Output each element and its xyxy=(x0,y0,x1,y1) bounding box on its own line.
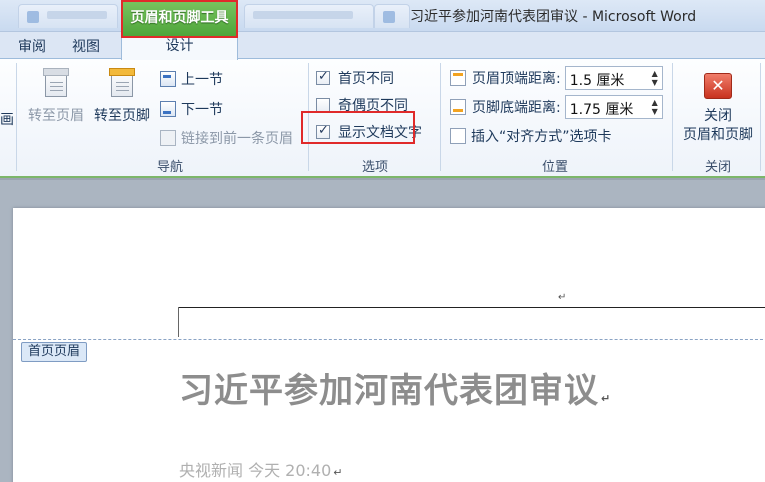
tab-view[interactable]: 视图 xyxy=(72,36,100,56)
group-separator xyxy=(760,63,761,171)
document-icon xyxy=(383,11,395,23)
header-top-label: 页眉顶端距离: xyxy=(472,71,561,87)
header-border-line xyxy=(178,307,765,308)
header-top-spinner[interactable]: 1.5 厘米 ▲ ▼ xyxy=(564,66,663,90)
window-title: 习近平参加河南代表团审议 - Microsoft Word xyxy=(410,9,697,25)
ribbon-tab-row: 审阅 视图 xyxy=(0,32,765,58)
paragraph-mark-icon: ↵ xyxy=(558,292,567,303)
document-meta-text: 央视新闻 今天 20:40 xyxy=(179,461,332,480)
document-meta-line[interactable]: 央视新闻 今天 20:40 ↵ xyxy=(179,457,343,481)
goto-footer-button[interactable]: 转至页脚 xyxy=(90,68,154,125)
header-footer-tools-context-tab: 页眉和页脚工具 xyxy=(121,0,238,38)
paragraph-mark-icon: ↵ xyxy=(333,466,343,479)
different-first-page-label: 首页不同 xyxy=(338,71,394,87)
close-label-line2: 页眉和页脚 xyxy=(683,127,753,143)
group-separator xyxy=(440,63,441,171)
document-title[interactable]: 习近平参加河南代表团审议 ↵ xyxy=(179,363,611,412)
link-to-previous-button[interactable]: 链接到前一条页眉 xyxy=(160,128,293,148)
title-bar: 习近平参加河南代表团审议 - Microsoft Word xyxy=(0,0,765,32)
previous-section-label: 上一节 xyxy=(181,72,223,88)
footer-bottom-spinner[interactable]: 1.75 厘米 ▲ ▼ xyxy=(564,95,663,119)
header-top-distance-row: 页眉顶端距离: 1.5 厘米 ▲ ▼ xyxy=(450,66,663,90)
background-tab[interactable] xyxy=(374,4,410,28)
document-area: ↵ 首页页眉 习近平参加河南代表团审议 ↵ 央视新闻 今天 20:40 ↵ xyxy=(0,180,765,482)
background-tab[interactable] xyxy=(18,4,118,28)
previous-section-icon xyxy=(160,71,176,87)
group-separator xyxy=(16,63,17,171)
close-icon: ✕ xyxy=(704,73,732,99)
goto-header-icon xyxy=(42,68,70,99)
checkbox-box xyxy=(316,98,330,112)
group-label-close: 关闭 xyxy=(704,160,731,175)
context-tab-label: 页眉和页脚工具 xyxy=(130,10,229,26)
checkbox-box xyxy=(316,69,330,85)
group-label-navigation: 导航 xyxy=(156,160,183,175)
paragraph-mark-icon: ↵ xyxy=(601,392,612,405)
goto-header-button[interactable]: 转至页眉 xyxy=(24,68,88,125)
next-section-button[interactable]: 下一节 xyxy=(160,99,223,119)
close-header-footer-button[interactable]: ✕ 关闭 页眉和页脚 xyxy=(676,73,760,145)
next-section-icon xyxy=(160,101,176,117)
footer-bottom-value: 1.75 厘米 xyxy=(569,102,634,118)
spin-arrows-icon[interactable]: ▲ ▼ xyxy=(652,98,658,116)
spin-arrows-icon[interactable]: ▲ ▼ xyxy=(652,69,658,87)
insert-alignment-tab-button[interactable]: 插入“对齐方式”选项卡 xyxy=(450,126,612,146)
goto-footer-label: 转至页脚 xyxy=(94,108,150,124)
highlight-box xyxy=(301,111,415,144)
tab-label-faded xyxy=(47,11,107,19)
link-to-previous-label: 链接到前一条页眉 xyxy=(181,131,293,147)
header-position-icon xyxy=(450,70,466,86)
group-separator xyxy=(672,63,673,171)
close-label-line1: 关闭 xyxy=(704,108,732,124)
background-tab[interactable] xyxy=(244,4,374,28)
previous-section-button[interactable]: 上一节 xyxy=(160,69,223,89)
header-top-value: 1.5 厘米 xyxy=(569,73,625,89)
group-label-position: 位置 xyxy=(541,160,568,175)
goto-footer-icon xyxy=(108,68,136,99)
ribbon: 画 转至页眉 转至页脚 上一节 下一节 链接到前一条页眉 导航 首页不同 奇偶页… xyxy=(0,58,765,178)
partial-button-label[interactable]: 画 xyxy=(0,109,14,129)
alignment-tab-icon xyxy=(450,128,466,144)
document-title-text: 习近平参加河南代表团审议 xyxy=(179,371,599,411)
link-icon xyxy=(160,130,176,146)
document-page[interactable]: ↵ 首页页眉 习近平参加河南代表团审议 ↵ 央视新闻 今天 20:40 ↵ xyxy=(13,208,765,482)
goto-header-label: 转至页眉 xyxy=(28,108,84,124)
different-first-page-checkbox[interactable]: 首页不同 xyxy=(316,68,394,88)
footer-bottom-distance-row: 页脚底端距离: 1.75 厘米 ▲ ▼ xyxy=(450,95,663,119)
document-icon xyxy=(27,11,39,23)
next-section-label: 下一节 xyxy=(181,102,223,118)
footer-position-icon xyxy=(450,99,466,115)
insert-alignment-tab-label: 插入“对齐方式”选项卡 xyxy=(471,129,612,145)
header-boundary-dashed-line xyxy=(13,339,765,340)
tab-review[interactable]: 审阅 xyxy=(18,36,46,56)
footer-bottom-label: 页脚底端距离: xyxy=(472,100,561,116)
first-page-header-label: 首页页眉 xyxy=(21,342,88,362)
text-boundary-mark xyxy=(178,307,179,337)
tab-label-faded xyxy=(253,11,353,19)
group-label-options: 选项 xyxy=(361,160,388,175)
